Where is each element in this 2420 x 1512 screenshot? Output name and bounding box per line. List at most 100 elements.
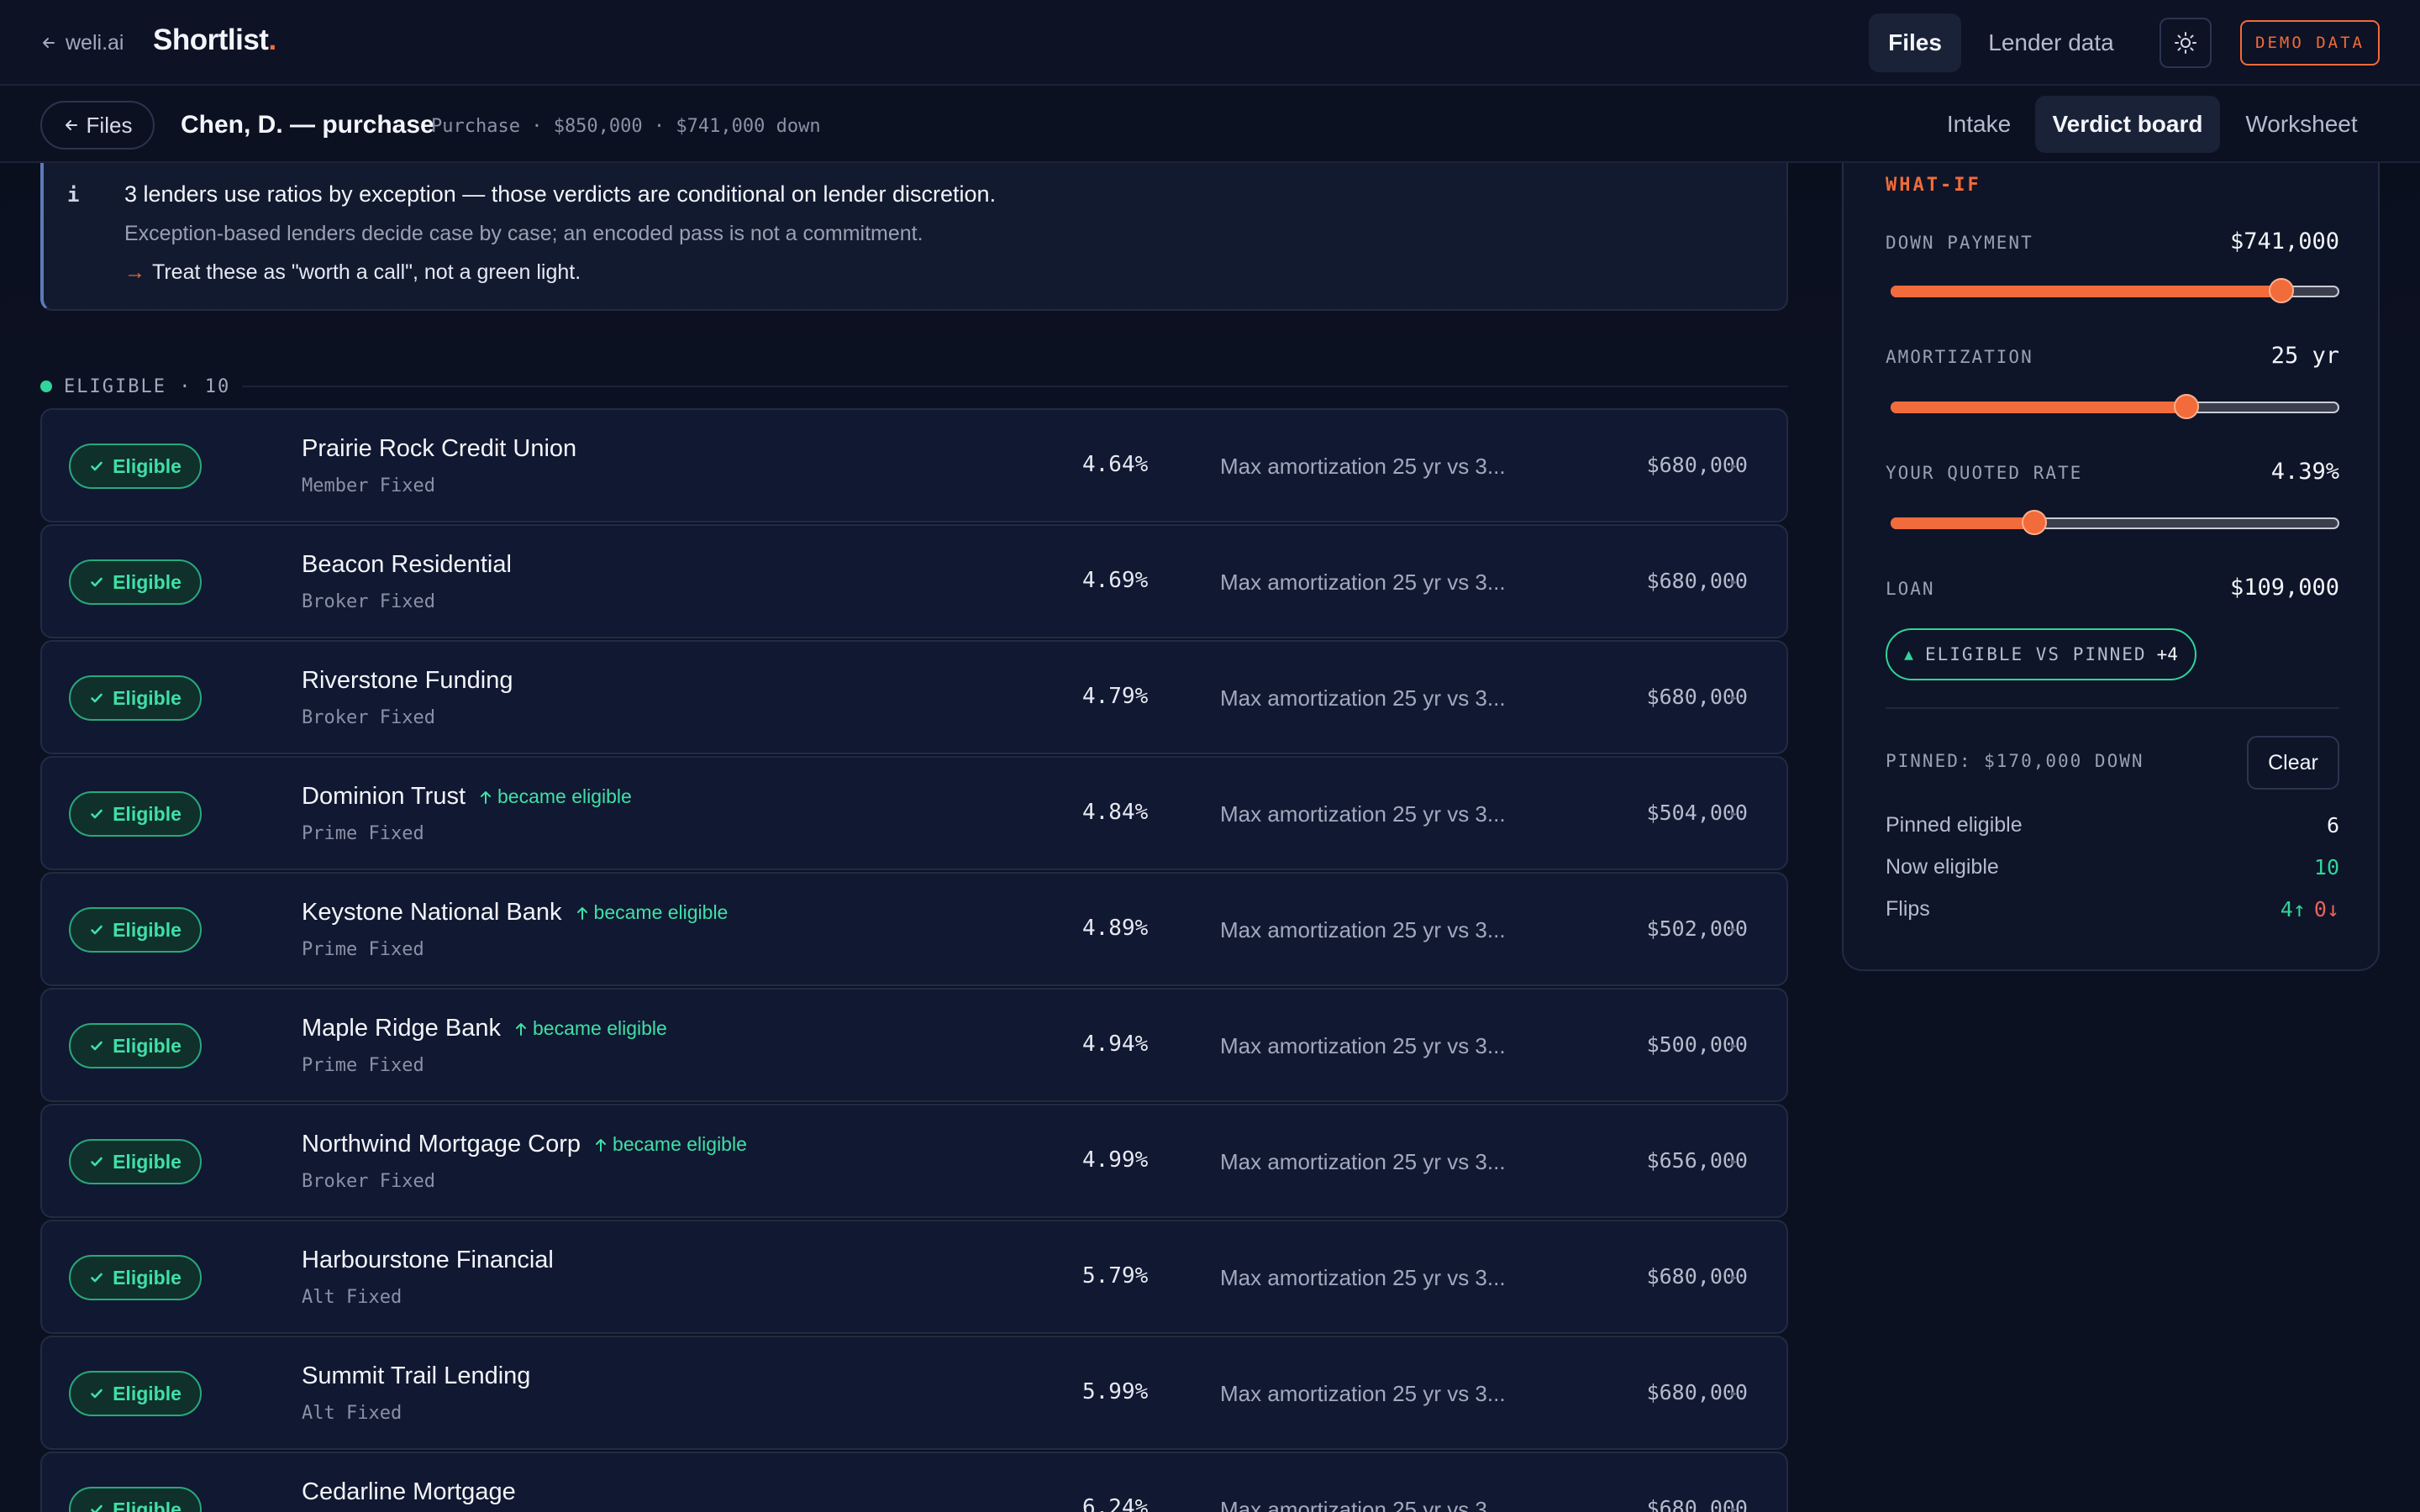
lender-product: Prime Fixed (302, 1055, 424, 1076)
slider-thumb[interactable] (2268, 278, 2294, 303)
lender-reason: Max amortization 25 yr vs 3... (1220, 801, 1506, 827)
lender-name: Beacon Residential (302, 551, 512, 578)
eligible-badge: Eligible (69, 1371, 202, 1416)
lender-rate: 5.99% (1082, 1379, 1149, 1404)
lender-row[interactable]: Eligible Cedarline Mortgage 6.24% Max am… (40, 1452, 1788, 1512)
lender-max-amount: $504,000 (1646, 801, 1748, 825)
amortization-slider[interactable] (1891, 394, 2339, 419)
eligible-badge-label: Eligible (113, 570, 182, 593)
amortization-value: 25 yr (2270, 343, 2339, 369)
back-to-files-button[interactable]: Files (40, 101, 155, 150)
lender-product: Member Fixed (302, 475, 435, 496)
lender-product: Broker Fixed (302, 1171, 435, 1192)
info-icon: i (67, 183, 80, 207)
sun-icon (2175, 32, 2196, 54)
lender-row[interactable]: Eligible Harbourstone Financial Alt Fixe… (40, 1220, 1788, 1334)
eligible-badge-label: Eligible (113, 918, 182, 941)
caret-right-icon[interactable]: ▸ (1731, 459, 1737, 473)
file-title: Chen, D. — purchase (181, 111, 434, 139)
lender-row[interactable]: Eligible Beacon Residential Broker Fixed… (40, 524, 1788, 638)
loan-row: LOAN $109,000 (1886, 575, 2339, 601)
slider-thumb[interactable] (2021, 510, 2047, 535)
check-icon (91, 809, 103, 819)
tab-worksheet[interactable]: Worksheet (2230, 96, 2373, 153)
lender-rate: 4.99% (1082, 1147, 1149, 1173)
tab-intake[interactable]: Intake (1933, 96, 2025, 153)
flips-label: Flips (1886, 897, 1930, 921)
now-eligible-stat: Now eligible 10 (1886, 855, 2339, 879)
demo-data-badge: DEMO DATA (2240, 20, 2380, 66)
caret-right-icon[interactable]: ▸ (1731, 1270, 1737, 1284)
eligible-badge: Eligible (69, 1255, 202, 1300)
lender-name-group: Northwind Mortgage Corp became eligible (302, 1131, 747, 1158)
pinned-eligible-stat: Pinned eligible 6 (1886, 813, 2339, 837)
lender-row[interactable]: Eligible Maple Ridge Bank became eligibl… (40, 988, 1788, 1102)
now-eligible-label: Now eligible (1886, 855, 1999, 879)
caret-right-icon[interactable]: ▸ (1731, 922, 1737, 937)
lender-product: Alt Fixed (302, 1287, 402, 1308)
lender-reason: Max amortization 25 yr vs 3... (1220, 454, 1506, 479)
lender-max-amount: $680,000 (1646, 1264, 1748, 1289)
what-if-title: WHAT-IF (1886, 175, 1981, 196)
file-meta: Purchase · $850,000 · $741,000 down (431, 116, 821, 137)
lender-reason: Max amortization 25 yr vs 3... (1220, 1033, 1506, 1058)
back-to-files-label: Files (86, 112, 133, 138)
caret-right-icon[interactable]: ▸ (1731, 1502, 1737, 1512)
amortization-row: AMORTIZATION 25 yr (1886, 343, 2339, 369)
eligible-badge: Eligible (69, 1139, 202, 1184)
nav-files[interactable]: Files (1869, 13, 1961, 72)
lender-max-amount: $680,000 (1646, 569, 1748, 593)
theme-toggle-button[interactable] (2160, 18, 2212, 68)
lender-name: Dominion Trust (302, 783, 466, 810)
caret-right-icon[interactable]: ▸ (1731, 690, 1737, 705)
lender-reason: Max amortization 25 yr vs 3... (1220, 570, 1506, 595)
caret-right-icon[interactable]: ▸ (1731, 1154, 1737, 1168)
check-icon (91, 1041, 103, 1051)
loan-label: LOAN (1886, 579, 1935, 599)
arrow-up-icon (481, 790, 492, 804)
lender-max-amount: $680,000 (1646, 685, 1748, 709)
lender-max-amount: $656,000 (1646, 1148, 1748, 1173)
lender-name-group: Prairie Rock Credit Union (302, 435, 576, 463)
down-payment-slider[interactable] (1891, 278, 2339, 303)
eligible-badge-label: Eligible (113, 802, 182, 825)
nav-lender-data[interactable]: Lender data (1971, 13, 2131, 72)
lender-row[interactable]: Eligible Prairie Rock Credit Union Membe… (40, 408, 1788, 522)
eligible-vs-pinned-badge: ▲ ELIGIBLE VS PINNED +4 (1886, 628, 2196, 680)
back-to-weli-link[interactable]: weli.ai (40, 29, 124, 57)
flips-down-count: 0↓ (2313, 897, 2339, 921)
lender-max-amount: $680,000 (1646, 453, 1748, 477)
what-if-panel: WHAT-IF DOWN PAYMENT $741,000 AMORTIZATI… (1842, 163, 2380, 971)
amortization-label: AMORTIZATION (1886, 347, 2033, 367)
lender-max-amount: $680,000 (1646, 1496, 1748, 1512)
lender-reason: Max amortization 25 yr vs 3... (1220, 1149, 1506, 1174)
clear-pin-button[interactable]: Clear (2247, 736, 2339, 790)
eligible-badge-label: Eligible (113, 1034, 182, 1057)
lender-row[interactable]: Eligible Keystone National Bank became e… (40, 872, 1788, 986)
lender-reason: Max amortization 25 yr vs 3... (1220, 1497, 1506, 1512)
quoted-rate-slider[interactable] (1891, 510, 2339, 535)
exception-lenders-callout: i 3 lenders use ratios by exception — th… (40, 163, 1788, 311)
lender-name-group: Dominion Trust became eligible (302, 783, 632, 811)
slider-fill (1891, 286, 2281, 297)
arrow-left-icon (65, 120, 77, 130)
caret-right-icon[interactable]: ▸ (1731, 806, 1737, 821)
became-eligible-label: became eligible (497, 785, 632, 807)
lender-name: Summit Trail Lending (302, 1362, 531, 1389)
caret-right-icon[interactable]: ▸ (1731, 1038, 1737, 1053)
eligible-badge: Eligible (69, 1487, 202, 1512)
slider-fill (1891, 402, 2187, 413)
lender-row[interactable]: Eligible Northwind Mortgage Corp became … (40, 1104, 1788, 1218)
eligible-vs-pinned-label: ELIGIBLE VS PINNED (1924, 644, 2147, 664)
lender-product: Alt Fixed (302, 1403, 402, 1424)
check-icon (91, 1504, 103, 1512)
caret-right-icon[interactable]: ▸ (1731, 1386, 1737, 1400)
tab-verdict-board[interactable]: Verdict board (2035, 96, 2220, 153)
check-icon (91, 461, 103, 471)
lender-row[interactable]: Eligible Dominion Trust became eligible … (40, 756, 1788, 870)
lender-row[interactable]: Eligible Riverstone Funding Broker Fixed… (40, 640, 1788, 754)
caret-right-icon[interactable]: ▸ (1731, 575, 1737, 589)
lender-row[interactable]: Eligible Summit Trail Lending Alt Fixed … (40, 1336, 1788, 1450)
slider-thumb[interactable] (2174, 394, 2200, 419)
pinned-eligible-value: 6 (2326, 813, 2339, 837)
